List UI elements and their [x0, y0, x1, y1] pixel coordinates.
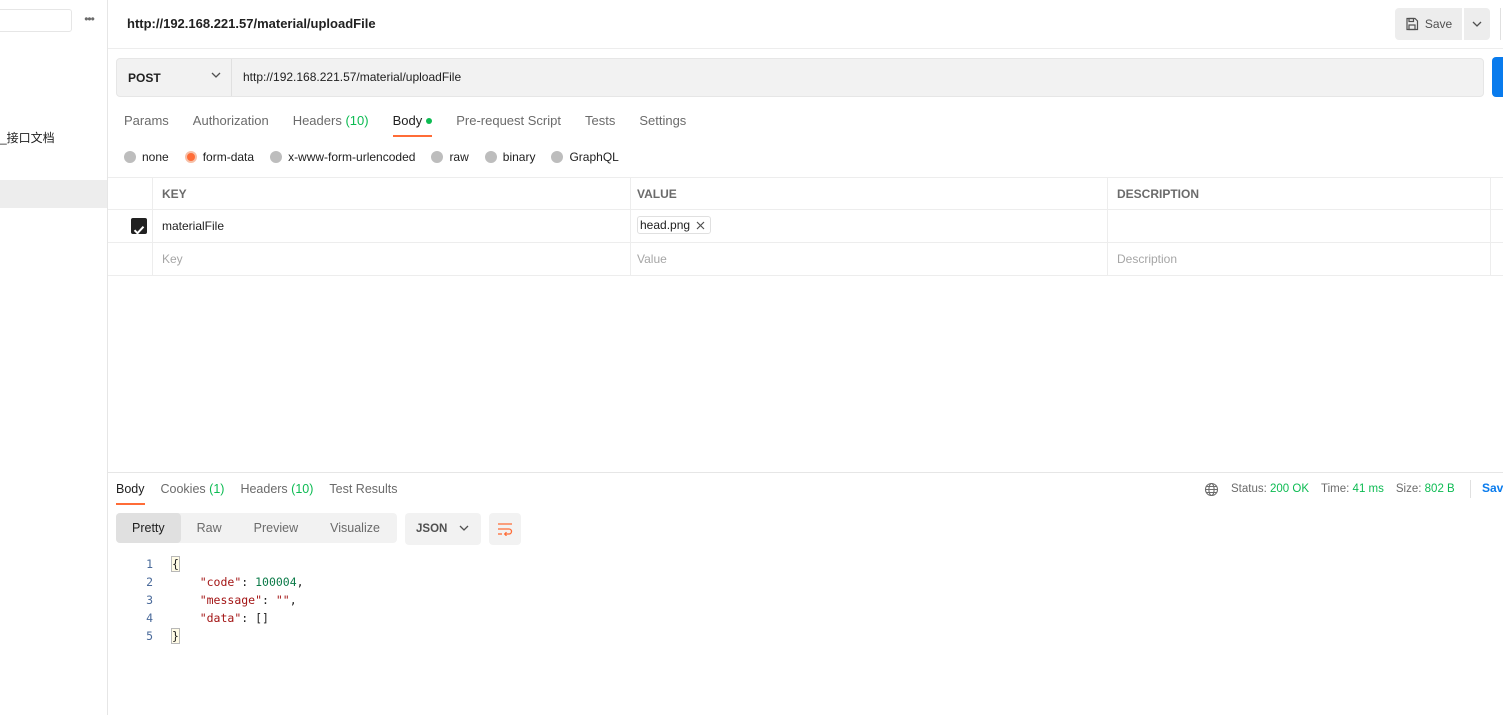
column-header-key: KEY [153, 178, 631, 211]
save-response-button[interactable]: Sav [1482, 481, 1503, 495]
new-value-placeholder[interactable]: Value [631, 243, 1108, 276]
chevron-down-icon [459, 525, 469, 531]
radio-form-data[interactable]: form-data [184, 150, 254, 164]
header-divider [1500, 8, 1501, 40]
radio-none[interactable]: none [124, 150, 169, 164]
method-label: POST [128, 70, 161, 85]
response-divider[interactable] [108, 472, 1503, 473]
close-icon[interactable] [696, 221, 705, 230]
radio-x-www-form-urlencoded[interactable]: x-www-form-urlencoded [270, 150, 415, 164]
save-button-label: Save [1424, 17, 1453, 31]
response-tab-body[interactable]: Body [116, 481, 145, 505]
status-code[interactable]: Status: 200 OK [1231, 483, 1309, 495]
save-dropdown-button[interactable] [1464, 8, 1490, 40]
wrap-lines-button[interactable] [489, 513, 521, 545]
url-bar: POST [116, 58, 1484, 97]
table-header-row: KEY VALUE DESCRIPTION [108, 177, 1503, 211]
view-visualize[interactable]: Visualize [314, 513, 396, 543]
sidebar: ••• _接口文档 [0, 0, 108, 715]
row-enabled-checkbox[interactable] [131, 218, 147, 235]
tab-body[interactable]: Body [392, 113, 433, 137]
sidebar-item-api-doc[interactable]: _接口文档 [0, 129, 107, 147]
send-button[interactable] [1492, 57, 1503, 97]
response-tab-headers[interactable]: Headers (10) [240, 481, 313, 505]
tab-settings[interactable]: Settings [639, 113, 686, 137]
format-select[interactable]: JSON [405, 513, 481, 545]
chevron-down-icon [211, 72, 221, 78]
radio-binary[interactable]: binary [484, 150, 535, 164]
view-pretty[interactable]: Pretty [116, 513, 181, 543]
save-button[interactable]: Save [1395, 8, 1462, 40]
table-row-new: Key Value Description [108, 243, 1503, 276]
wrap-lines-icon [498, 523, 513, 536]
row-key[interactable]: materialFile [153, 210, 631, 243]
sidebar-item-selected[interactable] [0, 180, 107, 208]
request-title[interactable]: http://192.168.221.57/material/uploadFil… [127, 16, 376, 31]
response-time[interactable]: Time: 41 ms [1321, 483, 1384, 495]
body-type-radios: none form-data x-www-form-urlencoded raw… [124, 149, 635, 165]
response-view-toggle: Pretty Raw Preview Visualize [116, 513, 397, 543]
row-value[interactable]: head.png [631, 210, 1108, 243]
radio-graphql[interactable]: GraphQL [551, 150, 619, 164]
url-input[interactable] [243, 59, 1443, 96]
tab-authorization[interactable]: Authorization [193, 113, 269, 137]
checkmark-icon [133, 226, 145, 235]
response-status: Status: 200 OK Time: 41 ms Size: 802 B [1204, 481, 1467, 497]
file-name: head.png [640, 218, 691, 232]
save-icon [1406, 17, 1418, 31]
more-options-icon[interactable]: ••• [80, 10, 98, 28]
sidebar-search-input[interactable] [0, 9, 72, 32]
chevron-down-icon [1472, 21, 1482, 27]
request-tabs: Params Authorization Headers (10) Body P… [124, 113, 710, 137]
form-data-table: KEY VALUE DESCRIPTION materialFile head.… [108, 177, 1503, 276]
response-size[interactable]: Size: 802 B [1396, 483, 1455, 495]
tab-pre-request-script[interactable]: Pre-request Script [456, 113, 561, 137]
response-tab-cookies[interactable]: Cookies (1) [161, 481, 225, 505]
globe-icon[interactable] [1204, 482, 1219, 497]
tab-params[interactable]: Params [124, 113, 169, 137]
row-description[interactable] [1108, 210, 1491, 243]
format-label: JSON [416, 523, 448, 535]
column-header-value: VALUE [631, 178, 1108, 211]
response-tab-test-results[interactable]: Test Results [329, 481, 397, 505]
column-header-description: DESCRIPTION [1108, 178, 1491, 211]
request-header: http://192.168.221.57/material/uploadFil… [108, 0, 1503, 49]
view-preview[interactable]: Preview [238, 513, 314, 543]
tab-headers[interactable]: Headers (10) [293, 113, 369, 137]
table-row: materialFile head.png [108, 210, 1503, 243]
headers-count: (10) [345, 113, 369, 128]
view-raw[interactable]: Raw [181, 513, 238, 543]
tab-tests[interactable]: Tests [585, 113, 615, 137]
file-chip: head.png [637, 216, 712, 234]
method-select[interactable]: POST [117, 59, 232, 96]
new-key-placeholder[interactable]: Key [153, 243, 631, 276]
radio-raw[interactable]: raw [431, 150, 469, 164]
new-description-placeholder[interactable]: Description [1108, 243, 1491, 276]
response-tabs: Body Cookies (1) Headers (10) Test Resul… [116, 481, 414, 505]
status-divider [1470, 480, 1471, 498]
body-active-dot [426, 118, 433, 124]
